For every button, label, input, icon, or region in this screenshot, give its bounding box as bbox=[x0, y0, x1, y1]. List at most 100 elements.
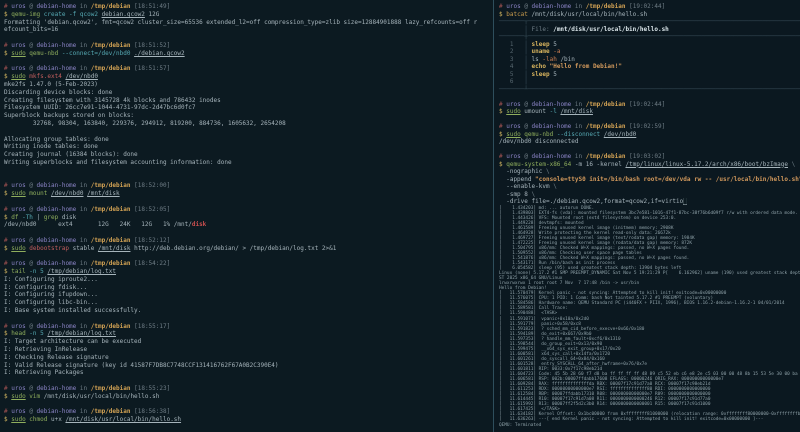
terminal-line bbox=[4, 128, 493, 136]
terminal-line bbox=[499, 116, 800, 124]
terminal-text: -m 16 -kernel bbox=[571, 161, 625, 168]
terminal-text: 1 bbox=[499, 41, 524, 48]
left-terminal-pane[interactable]: # uros @ debian-home in /tmp/debian [18:… bbox=[0, 0, 493, 432]
terminal-text: I: Retrieving InRelease bbox=[4, 346, 87, 353]
terminal-text: --enable-kvm bbox=[499, 183, 553, 190]
terminal-text: I: Configuring iproute2... bbox=[4, 276, 98, 283]
terminal-text: /tmp/debian bbox=[91, 408, 131, 415]
terminal-text: sleep bbox=[532, 71, 550, 78]
terminal-text: qemu-img bbox=[11, 11, 40, 18]
terminal-text: sudo bbox=[11, 393, 25, 400]
terminal-text: "Hello from Debian!" bbox=[546, 63, 622, 70]
terminal-line: 32768, 98304, 163840, 229376, 294912, 81… bbox=[4, 120, 493, 128]
terminal-line bbox=[4, 401, 493, 409]
terminal-text: /mnt/disk/usr/local/bin/hello.sh bbox=[528, 11, 647, 18]
terminal-text: /bin bbox=[557, 56, 575, 63]
terminal-text: Superblock backups stored on blocks: bbox=[4, 112, 134, 119]
terminal-text: ───────┼────────────────────────────────… bbox=[499, 33, 800, 40]
terminal-line bbox=[4, 167, 493, 175]
terminal-text: --connect=/dev/nbd0 bbox=[58, 50, 134, 57]
terminal-line: # uros @ debian-home in /tmp/debian [18:… bbox=[4, 260, 493, 268]
terminal-line: $ qemu-img create -f qcow2 debian.qcow2 … bbox=[4, 11, 493, 19]
terminal-line: Superblock backups stored on blocks: bbox=[4, 112, 493, 120]
terminal-text: ./debian.qcow2 bbox=[134, 50, 185, 57]
terminal-text: chmod bbox=[26, 416, 48, 423]
terminal-line: Allocating group tables: done bbox=[4, 136, 493, 144]
terminal-line: --enable-kvm \ bbox=[499, 183, 800, 191]
terminal-text: Creating journal (16384 blocks): done bbox=[4, 151, 138, 158]
terminal-text: debian-home bbox=[37, 260, 77, 267]
terminal-text: [19:02:44] bbox=[626, 101, 666, 108]
terminal-text: I: Retrieving Packages bbox=[4, 369, 83, 376]
terminal-text: sleep bbox=[532, 41, 550, 48]
terminal-text: uname bbox=[532, 48, 550, 55]
terminal-line: 5 │ sleep 5 bbox=[499, 71, 800, 79]
terminal-text: /tmp/debian bbox=[91, 182, 131, 189]
terminal-text: sudo bbox=[11, 416, 25, 423]
terminal-text: in bbox=[76, 260, 90, 267]
terminal-line: # uros @ debian-home in /tmp/debian [19:… bbox=[499, 101, 800, 109]
terminal-text: uros bbox=[506, 3, 520, 10]
terminal-text: @ bbox=[26, 323, 37, 330]
text-cursor: █ bbox=[683, 198, 687, 205]
terminal-text: \ bbox=[532, 191, 536, 198]
terminal-line: I: Configuring iproute2... bbox=[4, 276, 493, 284]
terminal-text: debian-home bbox=[37, 3, 77, 10]
terminal-line: $ tail -n 5 /tmp/debian/log.txt bbox=[4, 268, 493, 276]
terminal-text: in bbox=[76, 65, 90, 72]
terminal-text: /mnt/disk bbox=[560, 108, 593, 115]
terminal-text: /mnt/disk/usr/local/bin/hello.sh bbox=[553, 26, 669, 33]
terminal-text: batcat bbox=[506, 11, 528, 18]
terminal-line: $ head -n 5 /tmp/debian/log.txt bbox=[4, 330, 493, 338]
terminal-text: │ bbox=[524, 48, 531, 55]
terminal-text: │ bbox=[524, 78, 528, 85]
terminal-line: I: Retrieving Packages bbox=[4, 369, 493, 377]
terminal-text: -drive file=./debian.qcow2,format=qcow2,… bbox=[499, 198, 683, 205]
terminal-text: /dev/nbd0 disconnected bbox=[499, 138, 578, 145]
terminal-line bbox=[4, 229, 493, 237]
terminal-line: Creating journal (16384 blocks): done bbox=[4, 151, 493, 159]
terminal-text: --disconnect bbox=[553, 131, 604, 138]
terminal-text: /dev/nbd0 bbox=[604, 131, 637, 138]
terminal-text: in bbox=[76, 385, 90, 392]
terminal-text: /mnt/disk/usr/local/bin/hello.sh bbox=[40, 393, 159, 400]
terminal-text: sudo bbox=[11, 73, 25, 80]
terminal-text: in bbox=[76, 42, 90, 49]
terminal-text: sudo bbox=[506, 108, 520, 115]
terminal-line: mke2fs 1.47.0 (5-Feb-2023) bbox=[4, 81, 493, 89]
terminal-text: │ bbox=[524, 56, 531, 63]
terminal-text: @ bbox=[26, 260, 37, 267]
terminal-line: Discarding device blocks: done bbox=[4, 89, 493, 97]
terminal-line: # uros @ debian-home in /tmp/debian [18:… bbox=[4, 3, 493, 11]
terminal-line: $ qemu-system-x86_64 -m 16 -kernel /tmp/… bbox=[499, 161, 800, 169]
terminal-text: │ bbox=[524, 63, 531, 70]
terminal-text: in bbox=[76, 3, 90, 10]
terminal-text: @ bbox=[26, 42, 37, 49]
terminal-line: Formatting 'debian.qcow2', fmt=qcow2 clu… bbox=[4, 19, 493, 27]
terminal-text: -n 5 bbox=[26, 268, 48, 275]
terminal-line: # uros @ debian-home in /tmp/debian [19:… bbox=[499, 153, 800, 161]
terminal-text: /tmp/debian bbox=[91, 3, 131, 10]
terminal-line: I: Valid Release signature (key id 41587… bbox=[4, 362, 493, 370]
terminal-text: disk bbox=[192, 221, 206, 228]
terminal-line bbox=[4, 175, 493, 183]
terminal-line: /dev/nbd0 ext4 12G 24K 12G 1% /mnt/disk bbox=[4, 221, 493, 229]
terminal-line: ───────┬────────────────────────────────… bbox=[499, 18, 800, 26]
terminal-text: I: Base system installed successfully. bbox=[4, 307, 141, 314]
terminal-text: [18:56:38] bbox=[131, 408, 171, 415]
terminal-text: echo bbox=[532, 63, 546, 70]
terminal-text: uros bbox=[11, 206, 25, 213]
terminal-text: @ bbox=[26, 182, 37, 189]
terminal-text: /tmp/debian bbox=[91, 65, 131, 72]
terminal-line bbox=[4, 377, 493, 385]
terminal-text: 5 bbox=[550, 41, 557, 48]
terminal-line: $ sudo qemu-nbd --connect=/dev/nbd0 ./de… bbox=[4, 50, 493, 58]
terminal-text: create -f qcow2 bbox=[40, 11, 101, 18]
terminal-text: -smp 8 bbox=[499, 191, 532, 198]
terminal-text: @ bbox=[26, 3, 37, 10]
terminal-text: I: Checking Release signature bbox=[4, 354, 109, 361]
terminal-text: │ bbox=[524, 41, 531, 48]
right-terminal-pane[interactable]: # uros @ debian-home in /tmp/debian [19:… bbox=[494, 0, 800, 432]
terminal-text: in bbox=[76, 323, 90, 330]
terminal-text: /tmp/debian bbox=[91, 206, 131, 213]
